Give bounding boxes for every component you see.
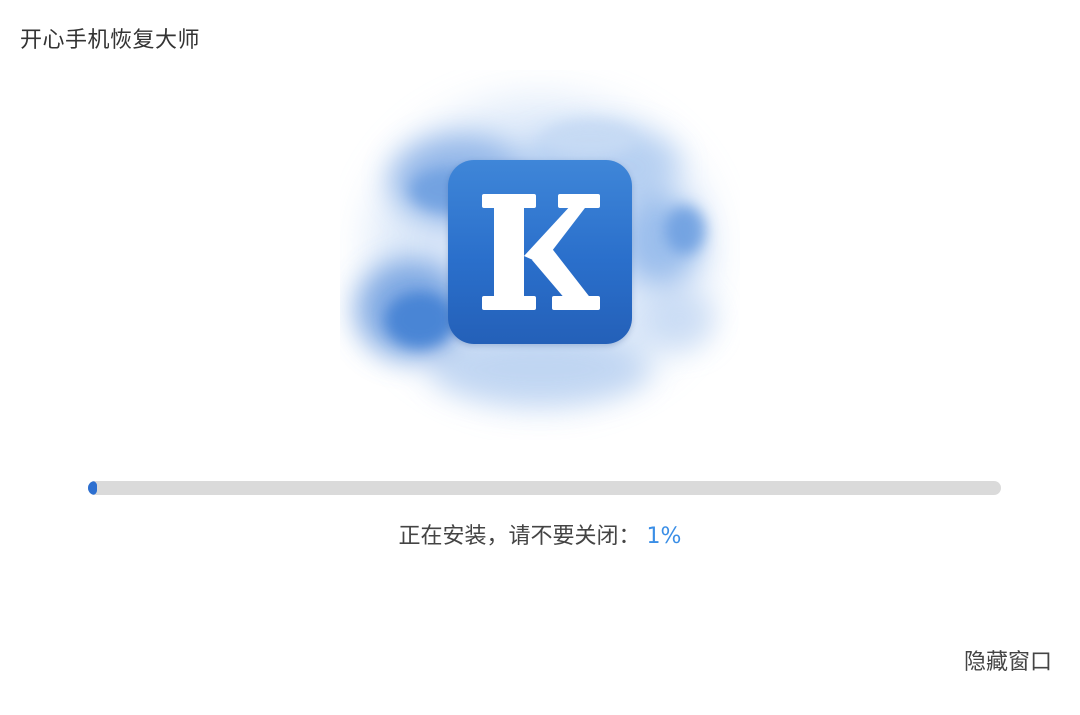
install-progress-bar: [88, 481, 1001, 495]
app-title: 开心手机恢复大师: [20, 28, 201, 53]
install-percent-label: 1%: [646, 524, 682, 549]
install-status: 正在安装，请不要关闭： 1%: [0, 518, 1080, 550]
install-status-text: 正在安装，请不要关闭：: [398, 524, 641, 549]
hide-window-button[interactable]: 隐藏窗口: [964, 644, 1052, 676]
k-letter-icon: [482, 194, 600, 310]
app-logo: [448, 160, 632, 344]
install-progress-fill: [88, 481, 98, 495]
installer-window: 开心手机恢复大师 正在安装，请不要关闭： 1% 隐藏窗口: [0, 0, 1080, 715]
